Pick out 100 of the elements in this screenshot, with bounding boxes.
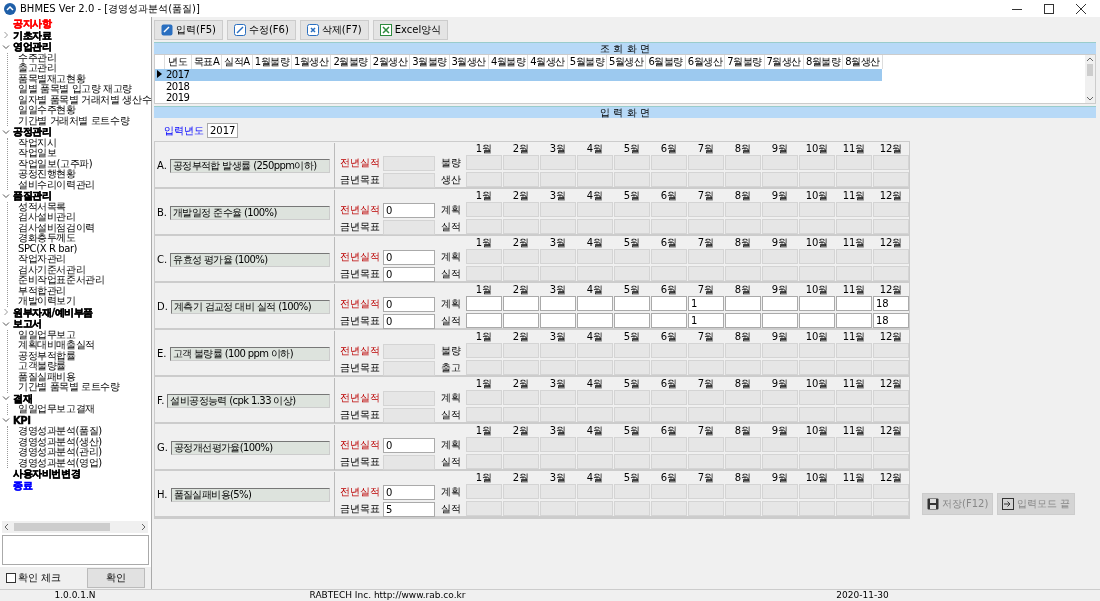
input-field[interactable]: 0 <box>383 437 435 453</box>
input-field[interactable] <box>503 172 539 187</box>
input-field[interactable] <box>873 390 909 405</box>
tree-item[interactable]: 원부자재/예비부품 <box>13 306 94 318</box>
tree-item[interactable]: 경영성과분석(생산) <box>18 436 102 447</box>
input-field[interactable] <box>614 454 650 469</box>
input-field[interactable] <box>466 155 502 170</box>
scrollbar[interactable] <box>1085 55 1095 103</box>
table-row[interactable]: 2019 <box>155 91 883 103</box>
input-field[interactable] <box>725 407 761 422</box>
input-field[interactable] <box>614 360 650 375</box>
tree-item[interactable]: 계획대비매출실적 <box>18 340 95 351</box>
tree-item[interactable]: 작업일보 <box>18 148 57 159</box>
input-field[interactable] <box>725 390 761 405</box>
input-field[interactable] <box>540 484 576 499</box>
tree-item[interactable]: 일일업무보고 <box>18 329 76 340</box>
tree-item[interactable]: 공정부적합률 <box>18 350 76 361</box>
input-field[interactable] <box>873 454 909 469</box>
input-field[interactable]: 1 <box>688 296 724 311</box>
tree-item[interactable]: 기간별 거래처별 로트수량 <box>18 115 130 126</box>
input-field[interactable] <box>836 172 872 187</box>
input-field[interactable] <box>503 249 539 264</box>
input-field[interactable] <box>540 360 576 375</box>
input-field[interactable] <box>577 313 613 328</box>
chevron-icon[interactable] <box>2 31 10 40</box>
input-field[interactable] <box>503 437 539 452</box>
input-field[interactable] <box>725 249 761 264</box>
input-field[interactable] <box>651 266 687 281</box>
close-icon[interactable] <box>1076 3 1086 14</box>
input-field[interactable] <box>577 219 613 234</box>
input-field[interactable] <box>836 484 872 499</box>
input-field[interactable] <box>651 407 687 422</box>
input-field[interactable] <box>577 437 613 452</box>
tree-item[interactable]: 작업일보(고주파) <box>18 158 93 169</box>
input-field[interactable] <box>466 360 502 375</box>
input-field[interactable] <box>540 407 576 422</box>
input-field[interactable] <box>836 407 872 422</box>
input-field[interactable] <box>762 296 798 311</box>
input-field[interactable] <box>725 202 761 217</box>
tree-item[interactable]: 일자별 품목별 거래처별 생산수 <box>18 94 152 105</box>
input-field[interactable] <box>799 219 835 234</box>
input-field[interactable] <box>762 501 798 516</box>
input-field[interactable] <box>614 202 650 217</box>
input-field[interactable] <box>540 343 576 358</box>
input-field[interactable] <box>725 172 761 187</box>
input-field[interactable] <box>799 454 835 469</box>
input-field[interactable] <box>577 249 613 264</box>
input-field[interactable] <box>383 155 435 171</box>
input-field[interactable] <box>836 360 872 375</box>
input-field[interactable] <box>383 219 435 235</box>
input-field[interactable] <box>466 454 502 469</box>
chevron-icon[interactable] <box>2 127 10 136</box>
input-field[interactable] <box>688 155 724 170</box>
tree-item[interactable]: KPI <box>13 414 31 426</box>
input-field[interactable] <box>614 313 650 328</box>
tree-item[interactable]: 품목별재고현황 <box>18 73 86 84</box>
input-field[interactable] <box>466 343 502 358</box>
input-field[interactable] <box>688 437 724 452</box>
input-field[interactable] <box>836 343 872 358</box>
input-field[interactable] <box>614 407 650 422</box>
input-field[interactable] <box>577 501 613 516</box>
input-field[interactable] <box>651 155 687 170</box>
input-field[interactable] <box>836 202 872 217</box>
input-field[interactable] <box>614 437 650 452</box>
input-field[interactable]: 0 <box>383 202 435 218</box>
input-field[interactable] <box>873 266 909 281</box>
input-field[interactable] <box>688 407 724 422</box>
input-field[interactable] <box>651 249 687 264</box>
input-field[interactable] <box>614 343 650 358</box>
input-field[interactable] <box>799 172 835 187</box>
tree-item[interactable]: 일별 품목별 입고량 재고량 <box>18 84 132 95</box>
input-field[interactable] <box>651 343 687 358</box>
input-field[interactable]: 0 <box>383 313 435 329</box>
input-field[interactable] <box>688 454 724 469</box>
input-field[interactable] <box>540 202 576 217</box>
input-field[interactable] <box>614 484 650 499</box>
input-field[interactable] <box>836 155 872 170</box>
tree-item[interactable]: 일일업무보고결재 <box>18 404 95 415</box>
input-field[interactable] <box>688 202 724 217</box>
input-field[interactable] <box>836 313 872 328</box>
tree-item[interactable]: 사용자비번변경 <box>13 468 81 480</box>
toolbar-button[interactable]: 삭제(F7) <box>299 20 369 40</box>
input-field[interactable] <box>873 219 909 234</box>
input-field[interactable] <box>503 219 539 234</box>
input-field[interactable]: 1 <box>688 313 724 328</box>
input-field[interactable] <box>651 390 687 405</box>
input-field[interactable] <box>614 172 650 187</box>
input-field[interactable] <box>725 313 761 328</box>
input-field[interactable]: 18 <box>873 313 909 328</box>
input-field[interactable] <box>762 249 798 264</box>
input-field[interactable] <box>799 343 835 358</box>
tree-item[interactable]: 경영성과분석(품질) <box>18 426 102 437</box>
input-field[interactable] <box>873 249 909 264</box>
input-field[interactable] <box>503 390 539 405</box>
input-field[interactable] <box>836 390 872 405</box>
input-field[interactable] <box>873 437 909 452</box>
input-field[interactable] <box>799 266 835 281</box>
tree-item[interactable]: 공지사항 <box>13 18 52 30</box>
checkbox[interactable] <box>6 573 16 583</box>
input-field[interactable] <box>577 266 613 281</box>
